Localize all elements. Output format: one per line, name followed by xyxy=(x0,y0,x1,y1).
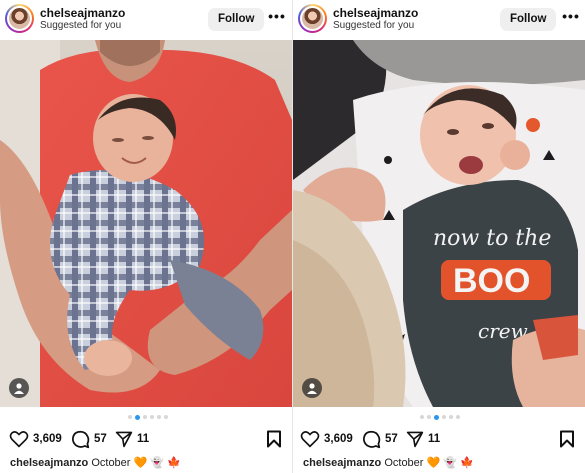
comment-count: 57 xyxy=(94,433,107,445)
like-button[interactable]: 3,609 xyxy=(300,428,353,450)
caption-username[interactable]: chelseajmanzo xyxy=(303,457,381,469)
suggested-label: Suggested for you xyxy=(333,20,415,31)
post-header: chelseajmanzo Suggested for you Follow •… xyxy=(293,0,585,40)
post-actions: 3,609 57 11 xyxy=(0,428,292,450)
comment-icon xyxy=(71,430,90,448)
caption-text: October 🧡 👻 🍁 xyxy=(91,457,181,469)
post-caption: chelseajmanzo October 🧡 👻 🍁 xyxy=(10,456,181,469)
share-icon xyxy=(406,431,424,448)
more-options-button[interactable]: ••• xyxy=(561,9,581,25)
user-tag-icon[interactable] xyxy=(302,378,322,398)
comment-icon xyxy=(362,430,381,448)
post-card: chelseajmanzo Suggested for you Follow •… xyxy=(293,0,585,473)
carousel-indicator xyxy=(128,413,168,421)
avatar[interactable] xyxy=(298,4,327,33)
more-options-button[interactable]: ••• xyxy=(267,9,287,25)
like-count: 3,609 xyxy=(324,433,353,445)
post-username[interactable]: chelseajmanzo xyxy=(40,6,125,20)
share-icon xyxy=(115,431,133,448)
follow-button[interactable]: Follow xyxy=(500,8,557,31)
caption-username[interactable]: chelseajmanzo xyxy=(10,457,88,469)
share-button[interactable]: 11 xyxy=(406,428,440,450)
heart-icon xyxy=(9,431,29,448)
heart-icon xyxy=(300,431,320,448)
baby-in-arms-photo xyxy=(0,40,292,407)
post-photo[interactable] xyxy=(0,40,292,407)
post-actions: 3,609 57 11 xyxy=(293,428,585,450)
caption-text: October 🧡 👻 🍁 xyxy=(384,457,474,469)
comment-button[interactable]: 57 xyxy=(71,428,107,450)
share-count: 11 xyxy=(428,433,441,445)
post-photo[interactable]: BOO now to the crew xyxy=(293,40,585,407)
bookmark-icon[interactable] xyxy=(266,430,282,448)
comment-button[interactable]: 57 xyxy=(362,428,398,450)
user-tag-icon[interactable] xyxy=(9,378,29,398)
bookmark-icon[interactable] xyxy=(559,430,575,448)
baby-halloween-photo: BOO now to the crew xyxy=(293,40,585,407)
post-header: chelseajmanzo Suggested for you Follow •… xyxy=(0,0,292,40)
comment-count: 57 xyxy=(385,433,398,445)
like-count: 3,609 xyxy=(33,433,62,445)
post-caption: chelseajmanzo October 🧡 👻 🍁 xyxy=(303,456,474,469)
like-button[interactable]: 3,609 xyxy=(9,428,62,450)
post-card: chelseajmanzo Suggested for you Follow •… xyxy=(0,0,292,473)
share-button[interactable]: 11 xyxy=(115,428,149,450)
share-count: 11 xyxy=(137,433,150,445)
avatar[interactable] xyxy=(5,4,34,33)
shirt-top-text: now to the xyxy=(433,226,551,251)
shirt-boo-text: BOO xyxy=(453,262,530,300)
carousel-indicator xyxy=(420,413,460,421)
follow-button[interactable]: Follow xyxy=(208,8,265,31)
suggested-label: Suggested for you xyxy=(40,20,122,31)
post-username[interactable]: chelseajmanzo xyxy=(333,6,418,20)
